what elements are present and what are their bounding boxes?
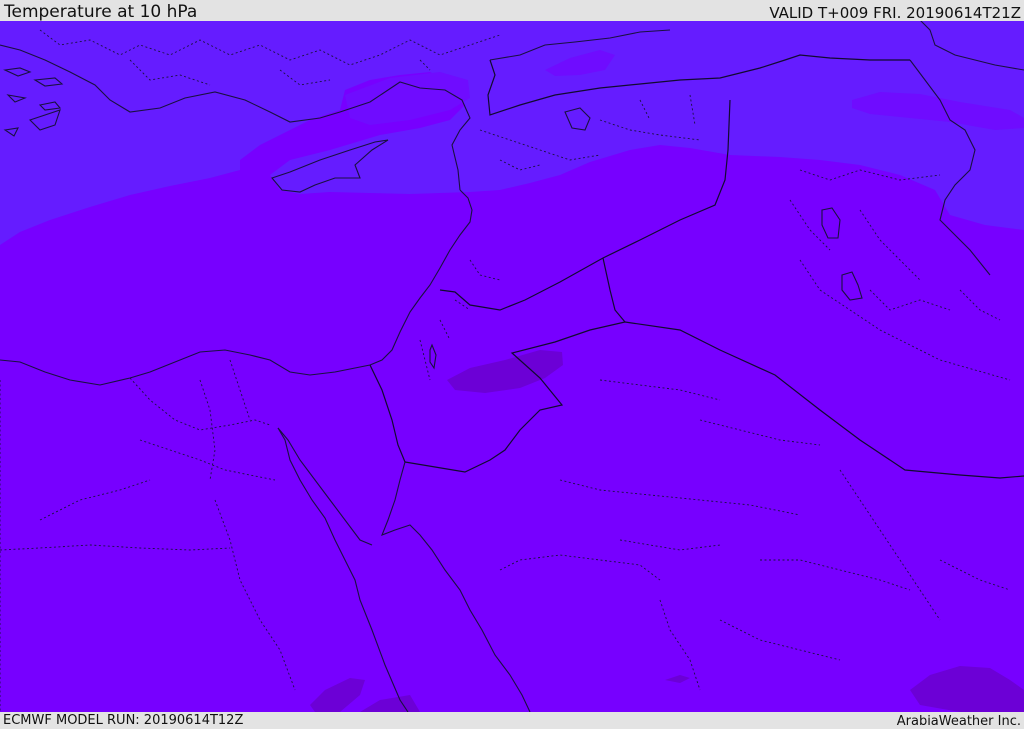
- valid-time: VALID T+009 FRI. 20190614T21Z: [769, 4, 1021, 22]
- map-frame: Temperature at 10 hPa VALID T+009 FRI. 2…: [0, 0, 1024, 729]
- map-title: Temperature at 10 hPa: [4, 2, 198, 22]
- temperature-map: [0, 21, 1024, 712]
- credit-label: ArabiaWeather Inc.: [896, 714, 1021, 729]
- map-canvas: [0, 21, 1024, 712]
- footer-bar: ECMWF MODEL RUN: 20190614T12Z ArabiaWeat…: [0, 712, 1024, 729]
- header-bar: Temperature at 10 hPa VALID T+009 FRI. 2…: [0, 0, 1024, 21]
- model-run-label: ECMWF MODEL RUN: 20190614T12Z: [3, 713, 244, 728]
